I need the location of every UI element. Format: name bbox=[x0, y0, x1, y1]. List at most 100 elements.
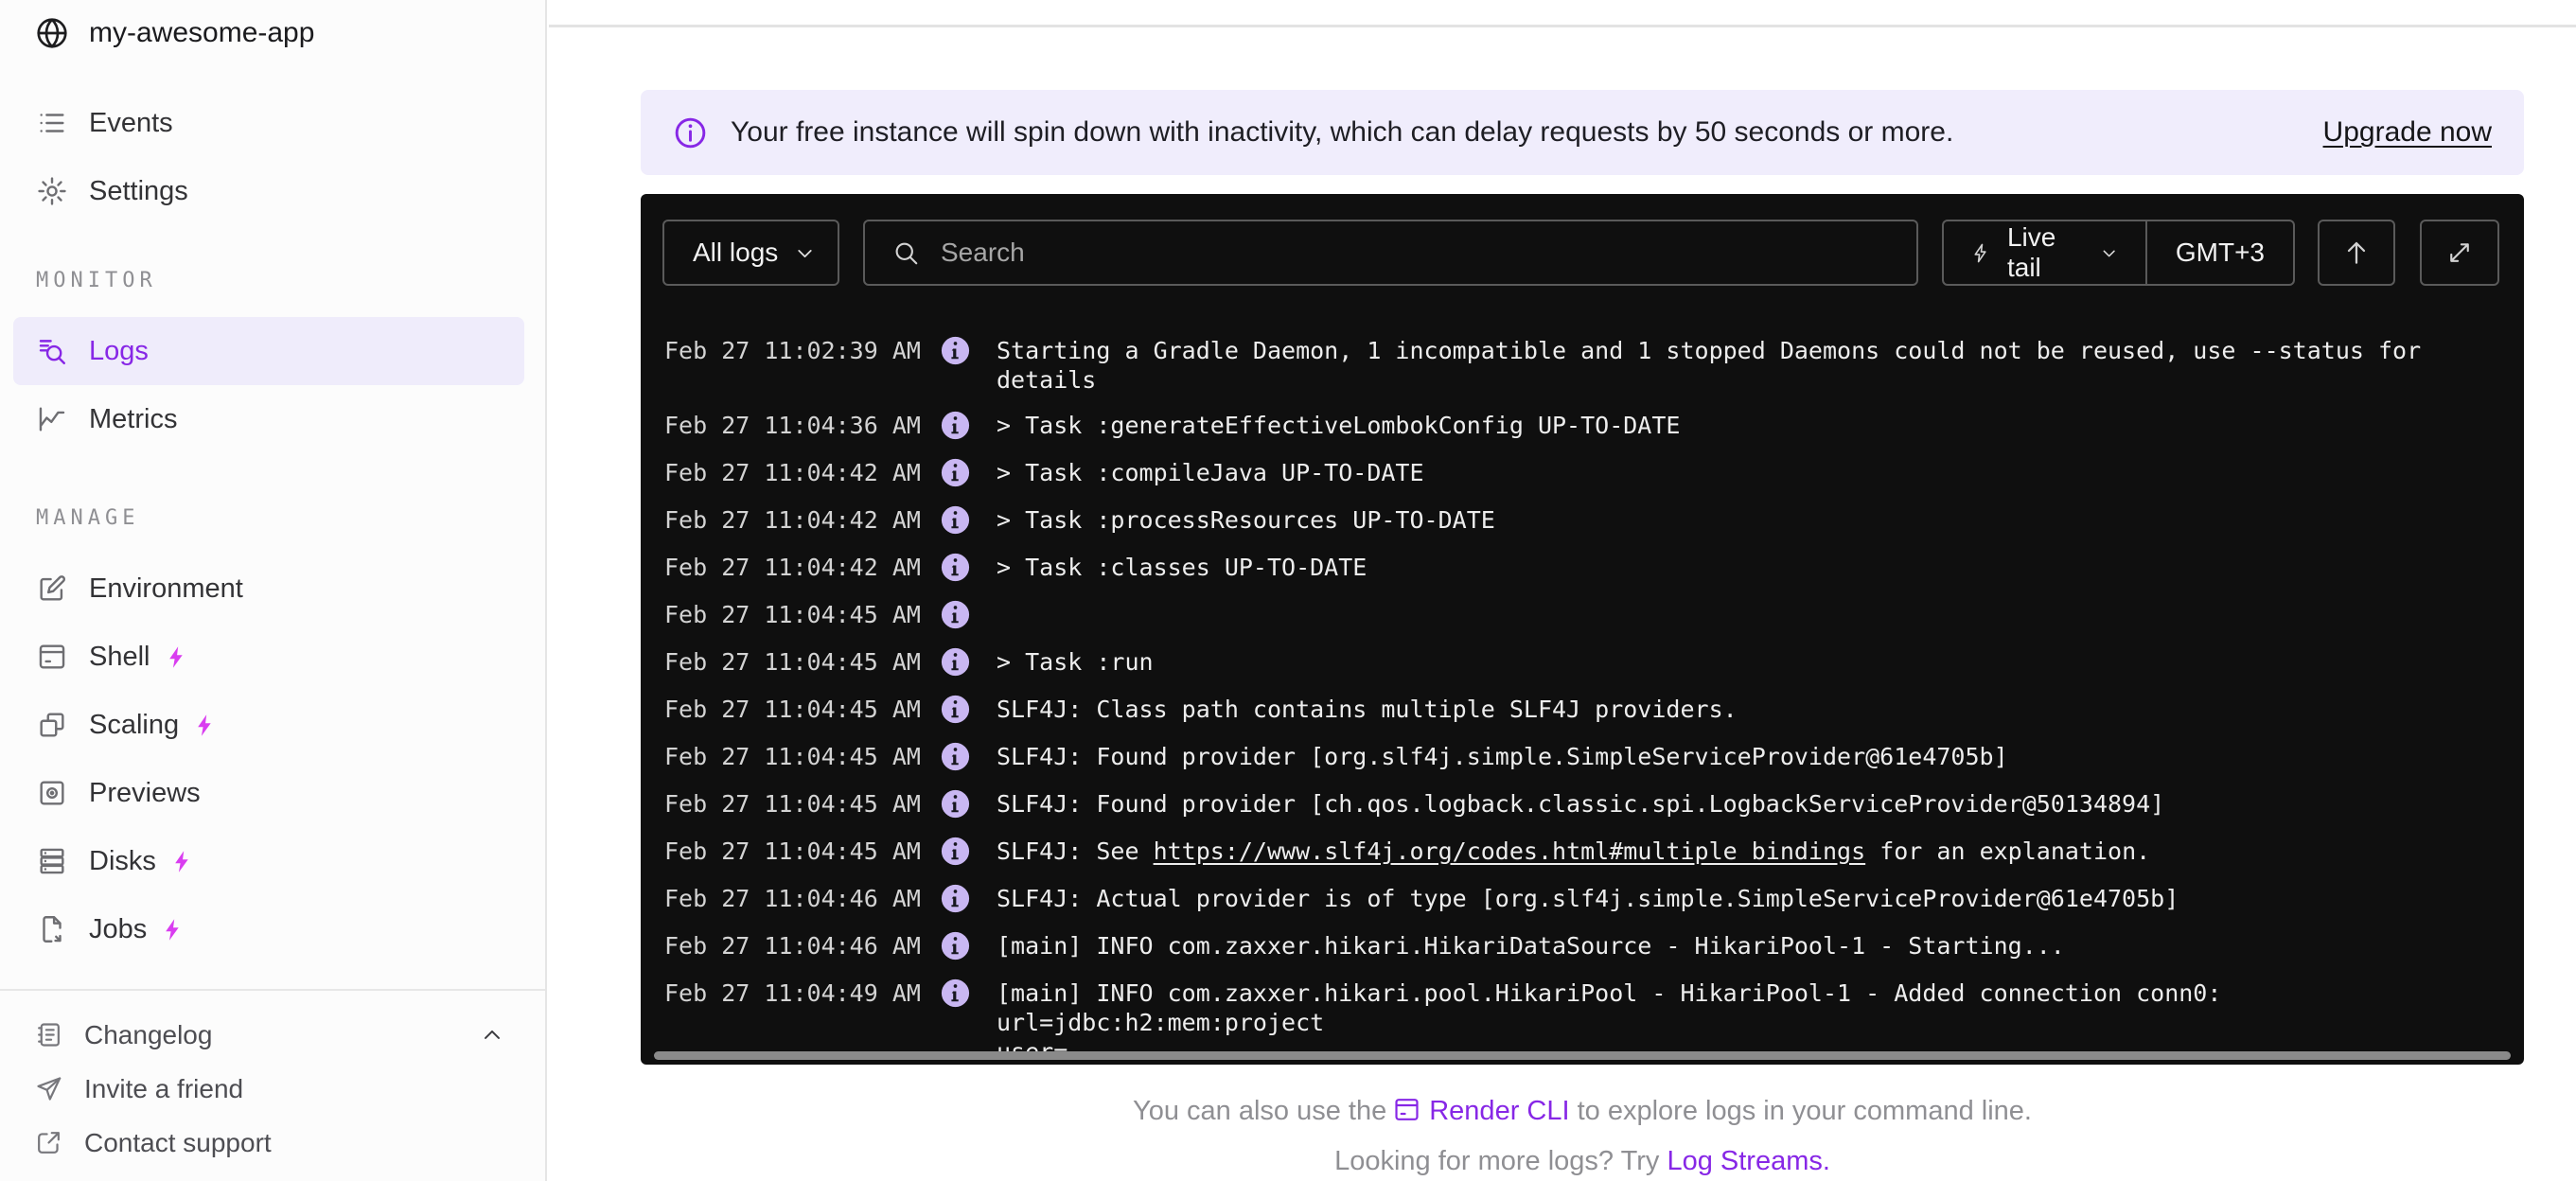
log-message: > Task :compileJava UP-TO-DATE bbox=[997, 458, 1424, 487]
log-row: Feb 27 11:04:46 AM [main] INFO com.zaxxer… bbox=[664, 924, 2518, 971]
sidebar-nav: Events Settings MONITOR Logs Metrics MANAGE En… bbox=[13, 89, 524, 963]
log-search-icon bbox=[36, 335, 68, 367]
log-message: > Task :processResources UP-TO-DATE bbox=[997, 505, 1495, 535]
server-stack-icon bbox=[36, 845, 68, 877]
sidebar-item-label: Logs bbox=[89, 335, 149, 366]
log-message: SLF4J: Actual provider is of type [org.s… bbox=[997, 884, 2179, 913]
terminal-icon bbox=[1392, 1095, 1421, 1124]
log-text: [main] INFO com.zaxxer.hikari.pool.Hikar… bbox=[997, 979, 2222, 1053]
sidebar-item-label: Metrics bbox=[89, 403, 178, 434]
chevron-down-icon bbox=[793, 241, 817, 265]
bolt-icon bbox=[192, 713, 218, 738]
log-text: SLF4J: Class path contains multiple SLF4… bbox=[997, 696, 1738, 723]
log-timestamp: Feb 27 11:04:45 AM bbox=[664, 743, 921, 770]
sidebar-item-contact-support[interactable]: Contact support bbox=[34, 1116, 511, 1170]
log-row: Feb 27 11:02:39 AM Starting a Gradle Daem… bbox=[664, 328, 2518, 403]
log-message: > Task :classes UP-TO-DATE bbox=[997, 553, 1367, 582]
live-tail-group: Live tail GMT+3 bbox=[1942, 220, 2295, 286]
sidebar-item-previews[interactable]: Previews bbox=[13, 759, 524, 827]
info-filled-icon bbox=[939, 835, 972, 868]
log-message: [main] INFO com.zaxxer.hikari.HikariData… bbox=[997, 931, 2065, 961]
sidebar-item-logs[interactable]: Logs bbox=[13, 317, 524, 385]
info-filled-icon bbox=[939, 693, 972, 726]
log-text: > Task :compileJava UP-TO-DATE bbox=[997, 459, 1424, 486]
sidebar-item-label: Invite a friend bbox=[84, 1073, 244, 1103]
horizontal-scrollbar[interactable] bbox=[654, 1051, 2511, 1060]
info-filled-icon bbox=[939, 929, 972, 962]
sidebar-item-changelog[interactable]: Changelog bbox=[34, 1008, 511, 1062]
log-row: Feb 27 11:04:45 AM SLF4J: Found provider … bbox=[664, 734, 2518, 782]
sidebar-item-label: Contact support bbox=[84, 1127, 272, 1157]
sidebar-item-label: Previews bbox=[89, 777, 201, 808]
log-timestamp: Feb 27 11:04:46 AM bbox=[664, 932, 921, 960]
log-text: > Task :classes UP-TO-DATE bbox=[997, 554, 1367, 581]
bolt-icon bbox=[164, 644, 189, 670]
log-row: Feb 27 11:04:45 AM > Task :run bbox=[664, 640, 2518, 687]
arrow-up-icon bbox=[2341, 238, 2372, 268]
sidebar-item-events[interactable]: Events bbox=[13, 89, 524, 157]
log-text: for an explanation. bbox=[1865, 837, 2151, 865]
info-filled-icon bbox=[939, 503, 972, 537]
log-message: > Task :generateEffectiveLombokConfig UP… bbox=[997, 411, 1680, 440]
top-divider bbox=[549, 25, 2576, 27]
log-toolbar: All logs Live tail GMT+3 bbox=[662, 220, 2499, 286]
log-text: > Task :generateEffectiveLombokConfig UP… bbox=[997, 412, 1681, 439]
log-search-box[interactable] bbox=[863, 220, 1918, 286]
cli-hint-post: to explore logs in your command line. bbox=[1569, 1096, 2032, 1126]
sidebar-item-jobs[interactable]: Jobs bbox=[13, 895, 524, 963]
live-tail-label: Live tail bbox=[2006, 222, 2056, 282]
terminal-icon bbox=[36, 641, 68, 673]
changelog-icon bbox=[34, 1020, 63, 1049]
sidebar-item-invite-a-friend[interactable]: Invite a friend bbox=[34, 1062, 511, 1116]
timezone-button[interactable]: GMT+3 bbox=[2147, 221, 2293, 284]
log-message: SLF4J: See https://www.slf4j.org/codes.h… bbox=[997, 837, 2150, 866]
expand-icon bbox=[2445, 238, 2474, 267]
sidebar-item-scaling[interactable]: Scaling bbox=[13, 691, 524, 759]
sidebar-item-label: Disks bbox=[89, 845, 156, 876]
sidebar-item-label: Environment bbox=[89, 573, 243, 604]
document-icon bbox=[36, 913, 68, 945]
sidebar-item-environment[interactable]: Environment bbox=[13, 555, 524, 623]
log-message: SLF4J: Found provider [ch.qos.logback.cl… bbox=[997, 789, 2164, 819]
log-link[interactable]: https://www.slf4j.org/codes.html#multipl… bbox=[1154, 837, 1866, 865]
cli-hint-pre: You can also use the bbox=[1133, 1096, 1387, 1126]
sidebar-item-metrics[interactable]: Metrics bbox=[13, 385, 524, 453]
sidebar-item-label: Scaling bbox=[89, 709, 180, 740]
log-text: Starting a Gradle Daemon, 1 incompatible… bbox=[997, 337, 2436, 394]
info-filled-icon bbox=[939, 551, 972, 584]
sidebar-item-label: Events bbox=[89, 107, 173, 138]
log-timestamp: Feb 27 11:04:42 AM bbox=[664, 506, 921, 534]
lightning-icon bbox=[1970, 240, 1992, 266]
log-message: Starting a Gradle Daemon, 1 incompatible… bbox=[997, 336, 2518, 395]
sidebar: my-awesome-app Events Settings MONITOR Logs… bbox=[0, 0, 547, 1181]
log-row: Feb 27 11:04:45 AM bbox=[664, 592, 2518, 640]
upgrade-now-link[interactable]: Upgrade now bbox=[2323, 116, 2492, 149]
info-filled-icon bbox=[939, 977, 972, 1010]
sidebar-item-settings[interactable]: Settings bbox=[13, 157, 524, 225]
log-rows: Feb 27 11:02:39 AM Starting a Gradle Daem… bbox=[664, 328, 2518, 1053]
log-filter-dropdown[interactable]: All logs bbox=[662, 220, 839, 286]
live-tail-dropdown[interactable]: Live tail bbox=[1944, 221, 2145, 284]
scroll-to-top-button[interactable] bbox=[2318, 220, 2395, 286]
sidebar-item-disks[interactable]: Disks bbox=[13, 827, 524, 895]
log-timestamp: Feb 27 11:02:39 AM bbox=[664, 337, 921, 364]
log-filter-label: All logs bbox=[693, 238, 779, 267]
info-filled-icon bbox=[939, 409, 972, 442]
render-cli-link[interactable]: Render CLI bbox=[1429, 1096, 1569, 1126]
expand-button[interactable] bbox=[2420, 220, 2499, 286]
sidebar-section-manage: MANAGE bbox=[36, 506, 140, 530]
log-timestamp: Feb 27 11:04:49 AM bbox=[664, 979, 921, 1007]
search-input[interactable] bbox=[939, 237, 1794, 269]
bolt-icon bbox=[169, 849, 195, 874]
log-text: [main] INFO com.zaxxer.hikari.HikariData… bbox=[997, 932, 2065, 960]
log-timestamp: Feb 27 11:04:45 AM bbox=[664, 837, 921, 865]
info-filled-icon bbox=[939, 598, 972, 631]
log-streams-hint: Looking for more logs? Try Log Streams. bbox=[641, 1146, 2524, 1177]
external-link-icon bbox=[34, 1128, 63, 1157]
log-streams-link[interactable]: Log Streams. bbox=[1667, 1146, 1829, 1176]
log-message: [main] INFO com.zaxxer.hikari.pool.Hikar… bbox=[997, 978, 2518, 1053]
log-text: > Task :run bbox=[997, 648, 1154, 676]
log-text: SLF4J: Found provider [ch.qos.logback.cl… bbox=[997, 790, 2165, 818]
sidebar-item-shell[interactable]: Shell bbox=[13, 623, 524, 691]
log-message: SLF4J: Class path contains multiple SLF4… bbox=[997, 695, 1738, 724]
